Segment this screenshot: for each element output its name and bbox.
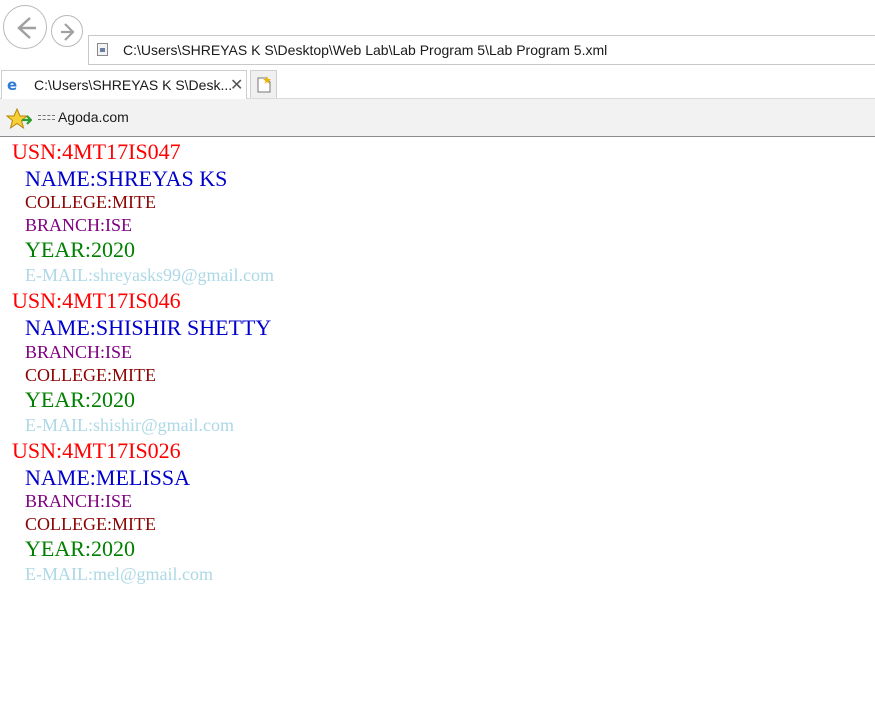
student-usn: USN:4MT17IS046 <box>12 288 181 313</box>
new-tab-button[interactable] <box>250 70 277 98</box>
page-icon <box>97 43 108 56</box>
student-college: COLLEGE:MITE <box>25 514 156 534</box>
internet-explorer-icon: e <box>7 76 18 94</box>
student-usn: USN:4MT17IS047 <box>12 139 181 164</box>
back-arrow-icon <box>17 17 36 39</box>
favorite-link-agoda[interactable]: Agoda.com <box>58 109 129 125</box>
student-college: COLLEGE:MITE <box>25 365 156 385</box>
student-branch: BRANCH:ISE <box>25 491 133 511</box>
student-college: COLLEGE:MITE <box>25 192 156 212</box>
student-year: YEAR:2020 <box>25 387 135 412</box>
student-usn: USN:4MT17IS026 <box>12 438 181 463</box>
site-icon <box>38 115 55 120</box>
close-icon[interactable]: ✕ <box>230 75 243 94</box>
back-button[interactable] <box>3 5 47 49</box>
forward-arrow-icon <box>61 23 75 41</box>
student-name: NAME:SHISHIR SHETTY <box>25 315 272 340</box>
new-tab-icon <box>257 76 271 93</box>
tab-active[interactable]: e C:\Users\SHREYAS K S\Desk... ✕ <box>1 70 247 99</box>
student-branch: BRANCH:ISE <box>25 215 133 235</box>
student-year: YEAR:2020 <box>25 237 135 262</box>
student-name: NAME:MELISSA <box>25 465 191 490</box>
address-input[interactable]: C:\Users\SHREYAS K S\Desktop\Web Lab\Lab… <box>88 35 875 65</box>
tab-title: C:\Users\SHREYAS K S\Desk... <box>34 77 233 93</box>
favorites-bar: Agoda.com <box>0 99 875 137</box>
student-email: E-MAIL:shreyasks99@gmail.com <box>25 265 275 285</box>
student-branch: BRANCH:ISE <box>25 342 133 362</box>
favorites-star-icon[interactable] <box>5 107 33 135</box>
forward-button[interactable] <box>51 15 83 47</box>
address-bar-row: C:\Users\SHREYAS K S\Desktop\Web Lab\Lab… <box>0 0 875 68</box>
address-text[interactable]: C:\Users\SHREYAS K S\Desktop\Web Lab\Lab… <box>123 42 607 58</box>
student-year: YEAR:2020 <box>25 536 135 561</box>
student-email: E-MAIL:shishir@gmail.com <box>25 415 235 435</box>
student-name: NAME:SHREYAS KS <box>25 166 228 191</box>
student-email: E-MAIL:mel@gmail.com <box>25 564 214 584</box>
tab-strip: e C:\Users\SHREYAS K S\Desk... ✕ <box>0 68 875 99</box>
